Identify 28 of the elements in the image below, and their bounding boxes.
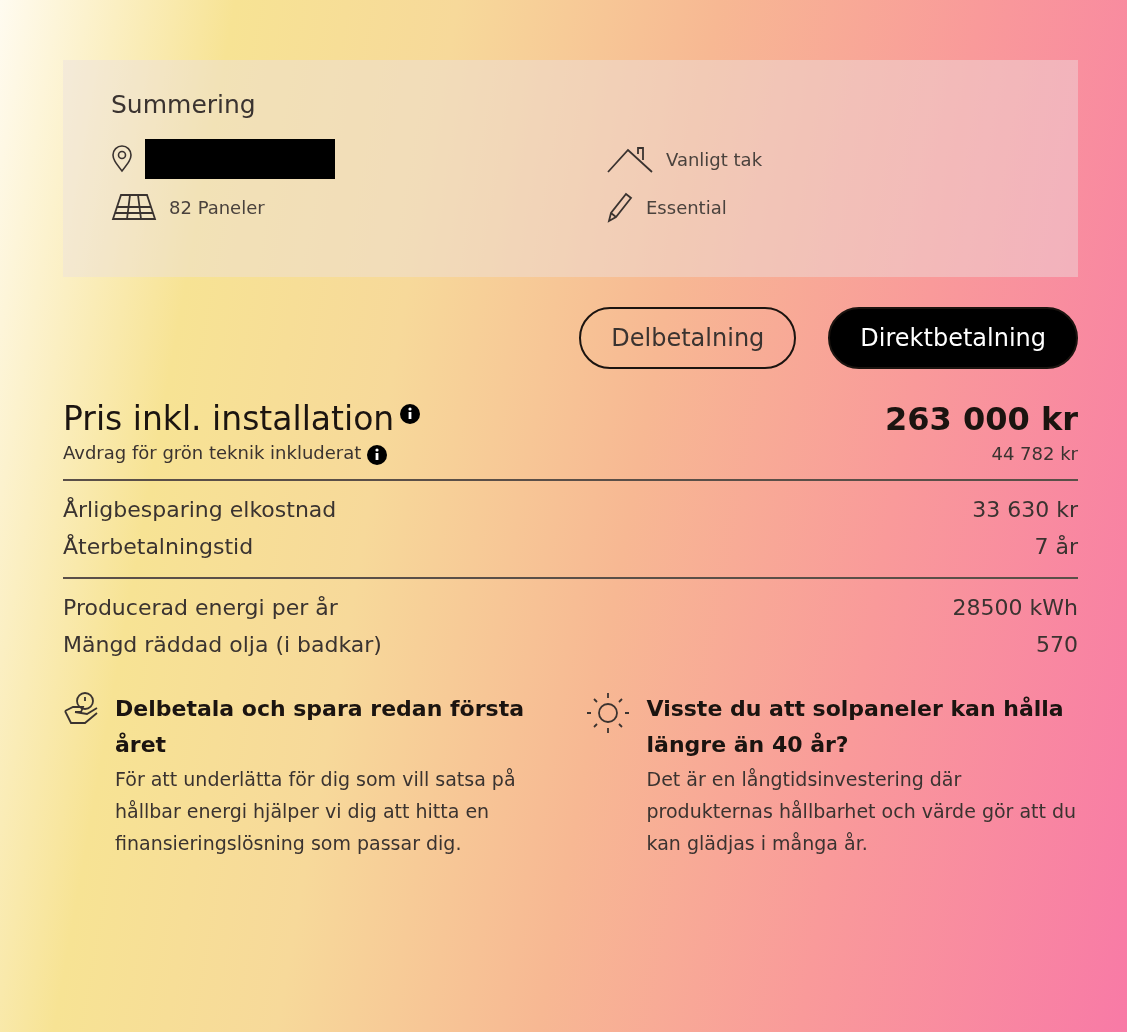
stat-value: 28500 kWh bbox=[952, 594, 1078, 620]
stat-label: Årligbesparing elkostnad bbox=[63, 496, 337, 522]
roof-icon bbox=[606, 144, 654, 174]
pencil-icon bbox=[606, 191, 634, 223]
summary-item-label: 82 Paneler bbox=[169, 196, 265, 218]
info-icon[interactable] bbox=[400, 403, 421, 424]
info-icon[interactable] bbox=[367, 444, 388, 465]
location-pin-icon bbox=[111, 145, 133, 173]
tip-text: För att underlätta för dig som vill satsa på hållbar energi hjälper vi dig att hitta en finansieringslösning som passar dig. bbox=[115, 766, 517, 856]
stat-value: 7 år bbox=[1034, 533, 1078, 559]
solar-panel-icon bbox=[111, 192, 157, 222]
stat-value: 33 630 kr bbox=[972, 496, 1078, 522]
price-label: Pris inkl. installation bbox=[63, 399, 395, 438]
price-value: 263 000 kr bbox=[885, 399, 1078, 438]
tip-text: Det är en långtidsinvestering där produkternas hållbarhet och värde gör att du kan glädjas i många år. bbox=[646, 766, 1078, 856]
payment-option-button[interactable]: Direktbetalning bbox=[828, 307, 1078, 369]
stat-label: Återbetalningstid bbox=[63, 533, 254, 559]
stat-label: Mängd räddad olja (i badkar) bbox=[63, 631, 382, 657]
summary-title: Summering bbox=[111, 90, 257, 119]
stat-value: 570 bbox=[1036, 631, 1078, 657]
deduction-label: Avdrag för grön teknik inkluderat bbox=[63, 442, 362, 463]
summary-item-label: Essential bbox=[646, 196, 727, 218]
summary-item-label: Vanligt tak bbox=[666, 148, 763, 170]
deduction-value: 44 782 kr bbox=[991, 442, 1078, 464]
stat-label: Producerad energi per år bbox=[63, 594, 338, 620]
tip-title: Visste du att solpaneler kan hålla längre än 40 år? bbox=[646, 694, 1065, 759]
tip-title: Delbetala och spara redan första året bbox=[115, 694, 525, 759]
payment-option-button[interactable]: Delbetalning bbox=[579, 307, 797, 369]
